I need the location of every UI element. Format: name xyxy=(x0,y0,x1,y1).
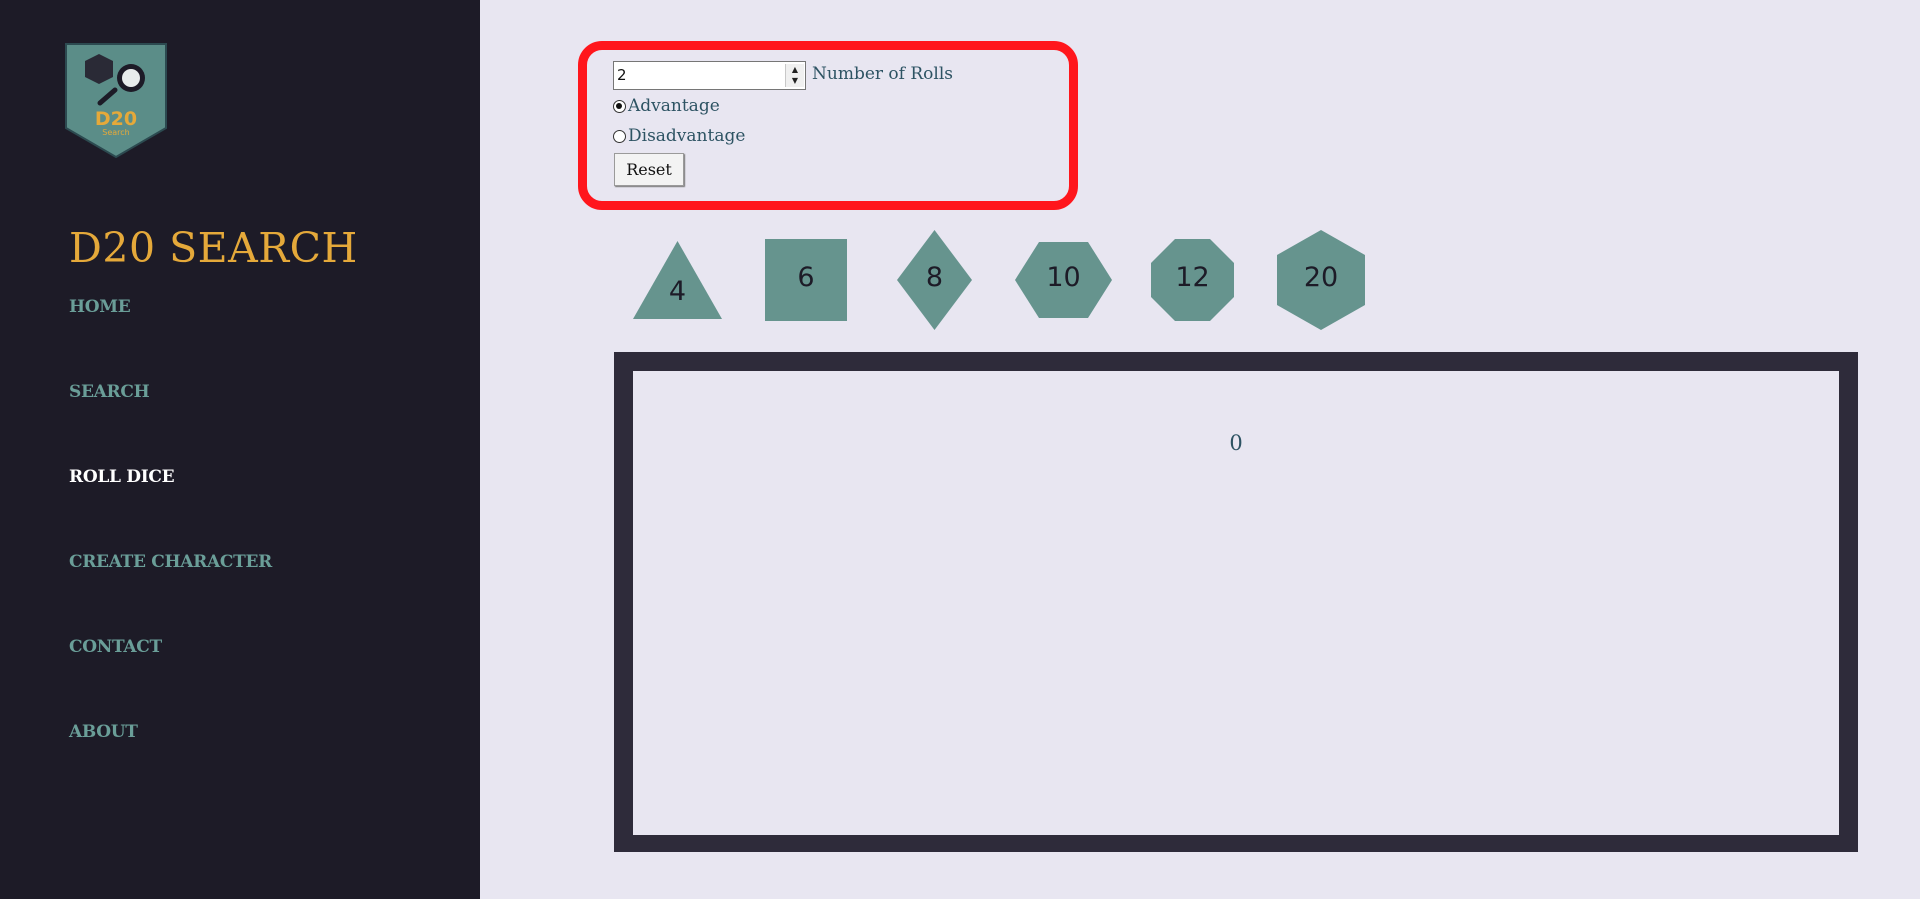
stepper-up-icon[interactable]: ▲ xyxy=(786,64,804,75)
d20-die-button[interactable]: 20 xyxy=(1277,230,1365,330)
stepper-down-icon[interactable]: ▼ xyxy=(786,75,804,86)
d20-search-logo[interactable]: D20 Search xyxy=(65,42,167,158)
nav-search[interactable]: SEARCH xyxy=(69,382,150,402)
result-display: 0 xyxy=(633,371,1839,835)
d8-die-button[interactable]: 8 xyxy=(897,230,972,330)
disadvantage-option[interactable]: Disadvantage xyxy=(613,126,745,146)
d10-die-button[interactable]: 10 xyxy=(1015,242,1112,318)
d10-label: 10 xyxy=(1046,262,1081,293)
d6-label: 6 xyxy=(797,262,815,293)
advantage-option[interactable]: Advantage xyxy=(613,96,720,116)
d4-label: 4 xyxy=(668,276,687,307)
rolls-stepper[interactable]: ▲ ▼ xyxy=(785,64,804,87)
reset-button[interactable]: Reset xyxy=(614,153,684,186)
result-value: 0 xyxy=(1229,431,1243,455)
logo-subtext: Search xyxy=(102,128,129,137)
d4-die-button[interactable]: 4 xyxy=(632,240,723,320)
number-of-rolls-label: Number of Rolls xyxy=(812,64,953,84)
d8-label: 8 xyxy=(925,262,944,293)
nav-home[interactable]: HOME xyxy=(69,297,131,317)
disadvantage-radio[interactable] xyxy=(613,129,626,143)
rolls-value: 2 xyxy=(617,66,627,84)
site-title: D20 SEARCH xyxy=(69,224,358,272)
nav-about[interactable]: ABOUT xyxy=(69,722,138,742)
sidebar: D20 Search D20 SEARCH HOME SEARCH ROLL D… xyxy=(0,0,480,899)
logo-text: D20 xyxy=(95,108,137,130)
disadvantage-label: Disadvantage xyxy=(628,126,746,146)
d6-die-button[interactable]: 6 xyxy=(765,239,847,321)
nav-contact[interactable]: CONTACT xyxy=(69,637,162,657)
number-of-rolls-input[interactable]: 2 ▲ ▼ xyxy=(613,61,806,90)
d12-label: 12 xyxy=(1175,262,1210,293)
advantage-radio[interactable] xyxy=(613,99,626,113)
d12-die-button[interactable]: 12 xyxy=(1151,239,1234,321)
nav-roll-dice[interactable]: ROLL DICE xyxy=(69,467,175,487)
d20-label: 20 xyxy=(1303,262,1339,293)
advantage-label: Advantage xyxy=(628,96,720,116)
result-panel: 0 xyxy=(614,352,1858,852)
nav-create-character[interactable]: CREATE CHARACTER xyxy=(69,552,272,572)
